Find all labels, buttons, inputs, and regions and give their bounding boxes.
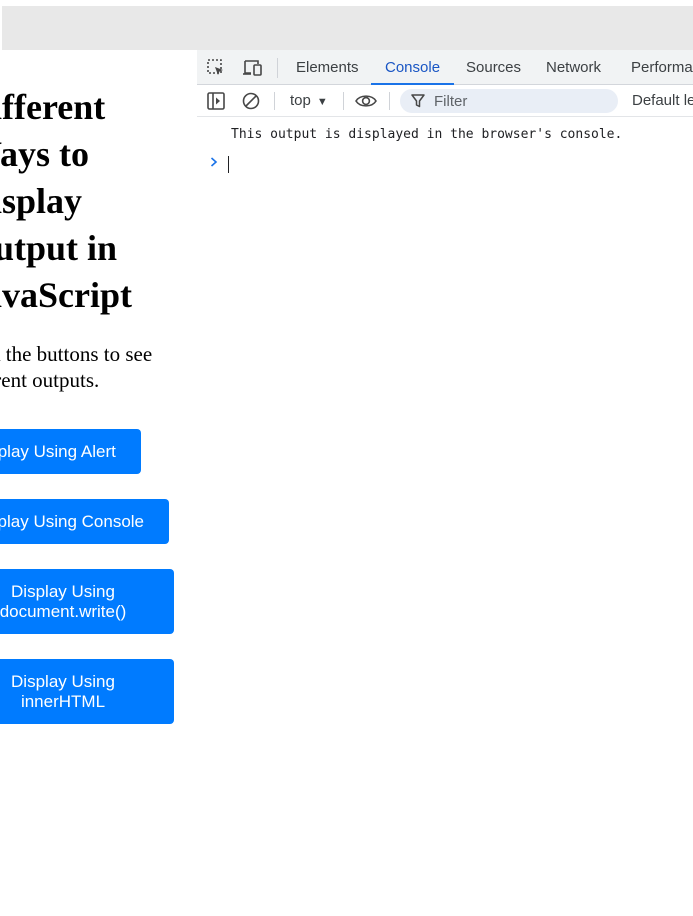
page-title: Different Ways to Display Output in Java… (0, 87, 132, 315)
web-page: Different Ways to Display Output in Java… (0, 50, 197, 916)
console-input-cursor[interactable] (228, 156, 229, 173)
tab-label: Elements (296, 59, 359, 76)
context-label: top (290, 92, 311, 109)
tab-performance[interactable]: Performa (631, 50, 693, 85)
console-prompt-icon (209, 155, 219, 173)
inspect-element-icon[interactable] (206, 58, 226, 78)
tab-network[interactable]: Network (546, 50, 601, 85)
tab-elements[interactable]: Elements (296, 50, 359, 85)
tab-console[interactable]: Console (371, 50, 455, 85)
tab-label: Network (546, 59, 602, 76)
tab-label: Performa (631, 59, 693, 76)
clear-console-icon[interactable] (241, 91, 261, 111)
context-dropdown-icon: ▼ (316, 96, 328, 108)
divider (343, 92, 344, 110)
devtools-panel: Elements Console Sources Network Perform… (197, 50, 693, 916)
browser-toolbar (2, 6, 693, 50)
devtools-tab-bar: Elements Console Sources Network Perform… (197, 50, 693, 85)
filter-input[interactable] (434, 89, 609, 113)
log-levels-dropdown[interactable]: Default le (632, 90, 693, 112)
console-toolbar: top ▼ Default le (197, 85, 693, 117)
divider (389, 92, 390, 110)
tab-sources[interactable]: Sources (466, 50, 521, 85)
sidebar-toggle-icon[interactable] (206, 91, 226, 111)
tab-label: Sources (466, 59, 522, 76)
display-console-button[interactable]: Display Using Console (0, 499, 169, 544)
divider (274, 92, 275, 110)
page-description: Click the buttons to see different outpu… (0, 342, 153, 392)
tab-label: Console (385, 59, 441, 76)
console-output[interactable]: This output is displayed in the browser'… (197, 118, 693, 916)
display-innerhtml-button[interactable]: Display Using innerHTML (0, 659, 174, 724)
console-filter (400, 89, 618, 113)
context-selector[interactable]: top ▼ (290, 90, 328, 112)
display-document-write-button[interactable]: Display Using document.write() (0, 569, 174, 634)
display-alert-button[interactable]: Display Using Alert (0, 429, 141, 474)
console-message: This output is displayed in the browser'… (231, 127, 623, 142)
filter-icon (411, 93, 425, 114)
divider (277, 58, 278, 78)
device-toolbar-icon[interactable] (241, 58, 263, 78)
live-expression-eye-icon[interactable] (354, 91, 378, 111)
